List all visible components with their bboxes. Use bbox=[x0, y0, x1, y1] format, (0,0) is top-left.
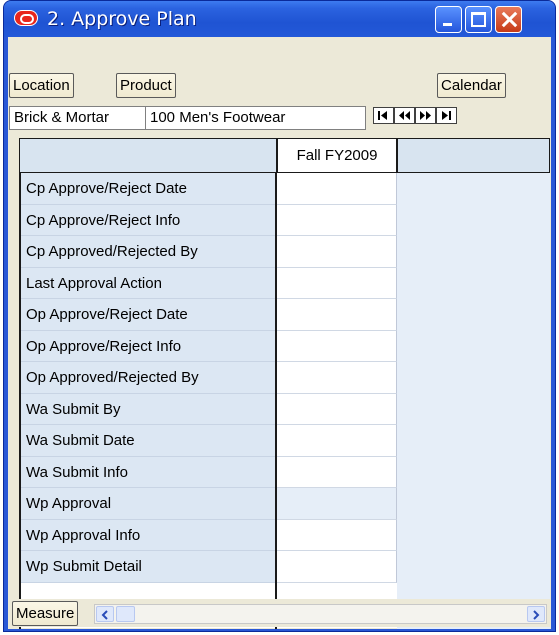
minimize-icon bbox=[443, 23, 452, 26]
window-title: 2. Approve Plan bbox=[47, 8, 197, 30]
data-cell[interactable] bbox=[277, 519, 397, 551]
scroll-thumb[interactable] bbox=[116, 606, 135, 622]
horizontal-scrollbar[interactable] bbox=[94, 604, 547, 624]
scroll-right-button[interactable] bbox=[527, 606, 545, 622]
scroll-left-button[interactable] bbox=[96, 606, 114, 622]
data-cell[interactable] bbox=[277, 267, 397, 299]
column-header-row: Fall FY2009 bbox=[19, 138, 550, 173]
first-page-icon[interactable] bbox=[373, 107, 394, 124]
last-page-icon[interactable] bbox=[436, 107, 457, 124]
chevron-left-icon bbox=[101, 610, 108, 620]
data-cell[interactable] bbox=[277, 330, 397, 362]
product-selection[interactable]: 100 Men's Footwear bbox=[145, 106, 366, 130]
row-header[interactable]: Wa Submit Date bbox=[21, 425, 275, 457]
row-header[interactable]: Last Approval Action bbox=[21, 267, 275, 299]
data-cell[interactable] bbox=[277, 551, 397, 583]
row-header[interactable]: Op Approve/Reject Date bbox=[21, 299, 275, 331]
data-cell[interactable] bbox=[277, 173, 397, 205]
maximize-icon bbox=[471, 12, 486, 27]
data-cell[interactable] bbox=[277, 236, 397, 268]
row-header[interactable]: Cp Approve/Reject Date bbox=[21, 173, 275, 205]
approve-plan-window: 2. Approve Plan Location Product Calenda… bbox=[3, 0, 556, 632]
app-icon bbox=[15, 11, 37, 25]
location-selection[interactable]: Brick & Mortar bbox=[9, 106, 146, 130]
calendar-dimension-button[interactable]: Calendar bbox=[437, 73, 506, 98]
measure-dimension-button[interactable]: Measure bbox=[12, 601, 79, 626]
title-bar[interactable]: 2. Approve Plan bbox=[4, 1, 555, 37]
window-client-area: Location Product Calendar Brick & Mortar… bbox=[8, 37, 551, 629]
empty-grid-area bbox=[397, 173, 550, 629]
row-header[interactable]: Wp Approval bbox=[21, 488, 275, 520]
column-header-fall-fy2009[interactable]: Fall FY2009 bbox=[276, 139, 398, 172]
data-cell[interactable] bbox=[277, 393, 397, 425]
data-cell[interactable] bbox=[277, 456, 397, 488]
row-header[interactable]: Op Approve/Reject Info bbox=[21, 330, 275, 362]
data-cell[interactable] bbox=[277, 425, 397, 457]
footer-bar: Measure bbox=[8, 599, 551, 627]
next-page-icon[interactable] bbox=[415, 107, 436, 124]
data-cell[interactable] bbox=[277, 362, 397, 394]
previous-page-icon[interactable] bbox=[394, 107, 415, 124]
measure-grid: Fall FY2009 Cp Approve/Reject Date Cp App… bbox=[19, 138, 550, 629]
row-header[interactable]: Wa Submit By bbox=[21, 393, 275, 425]
location-dimension-button[interactable]: Location bbox=[9, 73, 74, 98]
close-button[interactable] bbox=[495, 6, 522, 33]
row-header[interactable]: Wp Approval Info bbox=[21, 519, 275, 551]
row-header[interactable]: Cp Approve/Reject Info bbox=[21, 204, 275, 236]
product-dimension-button[interactable]: Product bbox=[116, 73, 176, 98]
data-cell[interactable] bbox=[277, 299, 397, 331]
data-column bbox=[277, 173, 397, 629]
chevron-right-icon bbox=[533, 610, 540, 620]
minimize-button[interactable] bbox=[435, 6, 462, 33]
data-cell[interactable] bbox=[277, 204, 397, 236]
maximize-button[interactable] bbox=[465, 6, 492, 33]
row-header[interactable]: Wp Submit Detail bbox=[21, 551, 275, 583]
data-cell[interactable] bbox=[277, 488, 397, 520]
row-header[interactable]: Cp Approved/Rejected By bbox=[21, 236, 275, 268]
row-headers: Cp Approve/Reject Date Cp Approve/Reject … bbox=[19, 173, 277, 629]
row-header[interactable]: Wa Submit Info bbox=[21, 456, 275, 488]
row-header[interactable]: Op Approved/Rejected By bbox=[21, 362, 275, 394]
